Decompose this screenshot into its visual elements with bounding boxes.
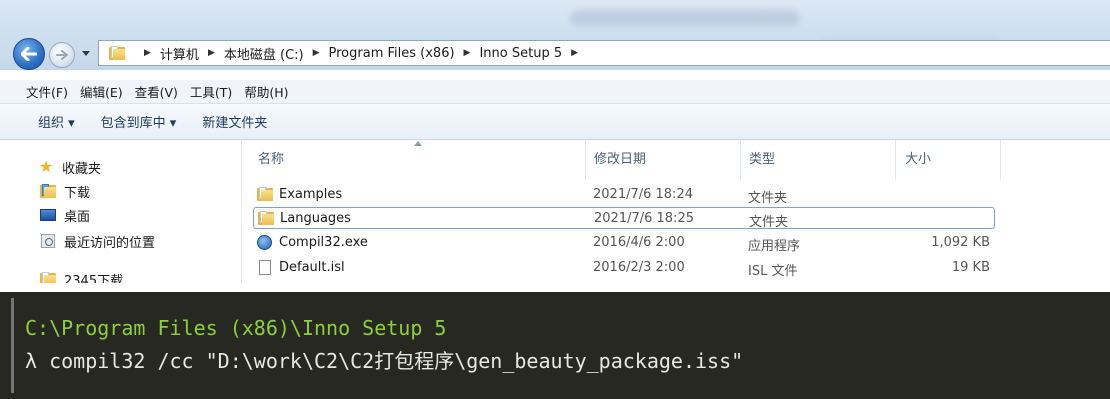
download-folder-icon [40,184,56,198]
sidebar-item-label: 2345下载 [64,273,124,284]
file-name: Examples [279,187,343,202]
folder-icon [40,272,56,283]
document-icon [257,260,274,275]
file-type: 应用程序 [748,239,801,254]
blurred-window-title [570,10,800,26]
menu-view[interactable]: 查看(V) [135,82,178,101]
column-header-size[interactable]: 大小 [905,148,931,167]
navigation-pane: ★ 收藏夹 下载 桌面 最近访问的位置 2345下载 [10,140,242,283]
column-divider[interactable] [1000,140,1001,180]
arrow-left-icon [21,47,37,61]
file-type: ISL 文件 [748,264,798,279]
sidebar-item-2345-downloads[interactable]: 2345下载 [40,268,123,283]
recent-places-icon [40,234,56,248]
organize-button[interactable]: 组织 ▾ [38,112,75,131]
menu-file[interactable]: 文件(F) [26,82,68,101]
include-in-library-button[interactable]: 包含到库中 ▾ [101,112,177,131]
menu-tools[interactable]: 工具(T) [190,82,232,101]
menu-help[interactable]: 帮助(H) [244,82,288,101]
file-date: 2016/4/6 2:00 [593,235,685,250]
terminal-gutter-bar [11,298,14,393]
breadcrumb-separator-icon[interactable]: ▶ [571,48,578,58]
menu-edit[interactable]: 编辑(E) [80,82,123,101]
breadcrumb-inno-setup[interactable]: Inno Setup 5 [479,46,562,61]
forward-button[interactable] [49,42,75,68]
file-row-examples[interactable]: Examples 2021/7/6 18:24 文件夹 [253,184,995,206]
folder-icon [257,187,274,202]
breadcrumb-computer[interactable]: 计算机 [160,44,199,63]
column-divider[interactable] [740,140,741,180]
back-button[interactable] [13,38,45,70]
address-bar[interactable]: ▶ 计算机 ▶ 本地磁盘 (C:) ▶ Program Files (x86) … [98,40,1110,66]
file-date: 2021/7/6 18:25 [594,211,694,226]
folder-icon [109,46,125,60]
star-icon: ★ [38,157,54,176]
file-date: 2016/2/3 2:00 [593,260,685,275]
column-header-name[interactable]: 名称 [258,148,284,167]
breadcrumb-program-files[interactable]: Program Files (x86) [329,46,455,61]
breadcrumb-separator-icon[interactable]: ▶ [144,48,151,58]
breadcrumb-separator-icon[interactable]: ▶ [208,48,215,58]
breadcrumb-separator-icon[interactable]: ▶ [313,48,320,58]
sort-ascending-icon [414,141,422,146]
explorer-window: ▶ 计算机 ▶ 本地磁盘 (C:) ▶ Program Files (x86) … [0,0,1110,283]
menu-bar: 文件(F) 编辑(E) 查看(V) 工具(T) 帮助(H) [0,80,1110,104]
file-size: 1,092 KB [931,235,990,250]
sidebar-item-label: 桌面 [64,209,91,225]
file-type: 文件夹 [749,215,789,230]
column-divider[interactable] [895,140,896,180]
file-date: 2021/7/6 18:24 [593,187,693,202]
terminal-command-line: λ compil32 /cc "D:\work\C2\C2打包程序\gen_be… [25,349,744,373]
file-size: 19 KB [951,260,990,275]
arrow-right-icon [56,50,68,60]
file-type: 文件夹 [748,191,788,206]
file-row-compil32[interactable]: Compil32.exe 2016/4/6 2:00 应用程序 1,092 KB [253,232,995,254]
sidebar-item-label: 下载 [64,185,91,201]
sidebar-item-label: 最近访问的位置 [64,235,156,251]
column-header-type[interactable]: 类型 [749,148,775,167]
exe-icon [257,235,274,250]
file-name: Default.isl [279,260,345,275]
sidebar-item-downloads[interactable]: 下载 [40,180,90,202]
desktop-icon [40,208,56,222]
file-row-languages[interactable]: Languages 2021/7/6 18:25 文件夹 [253,207,995,230]
sidebar-item-favorites[interactable]: ★ 收藏夹 [38,156,101,178]
file-row-default-isl[interactable]: Default.isl 2016/2/3 2:00 ISL 文件 19 KB [253,257,995,279]
new-folder-button[interactable]: 新建文件夹 [202,112,267,131]
folder-icon [258,211,275,226]
file-name: Compil32.exe [279,235,368,250]
terminal-path-line: C:\Program Files (x86)\Inno Setup 5 [25,316,447,340]
chevron-down-icon [82,51,90,56]
command-bar: 组织 ▾ 包含到库中 ▾ 新建文件夹 [0,104,1110,140]
sidebar-item-recent-places[interactable]: 最近访问的位置 [40,230,155,252]
title-bar: ▶ 计算机 ▶ 本地磁盘 (C:) ▶ Program Files (x86) … [0,0,1110,70]
file-name: Languages [280,211,351,226]
breadcrumb-separator-icon[interactable]: ▶ [464,48,471,58]
sidebar-item-label: 收藏夹 [62,161,102,177]
sidebar-item-desktop[interactable]: 桌面 [40,204,90,226]
terminal-panel[interactable]: C:\Program Files (x86)\Inno Setup 5 λ co… [0,292,1110,399]
recent-pages-dropdown[interactable] [80,47,92,61]
column-divider[interactable] [585,140,586,180]
column-header-modified[interactable]: 修改日期 [594,148,646,167]
breadcrumb-local-disk[interactable]: 本地磁盘 (C:) [224,44,304,63]
